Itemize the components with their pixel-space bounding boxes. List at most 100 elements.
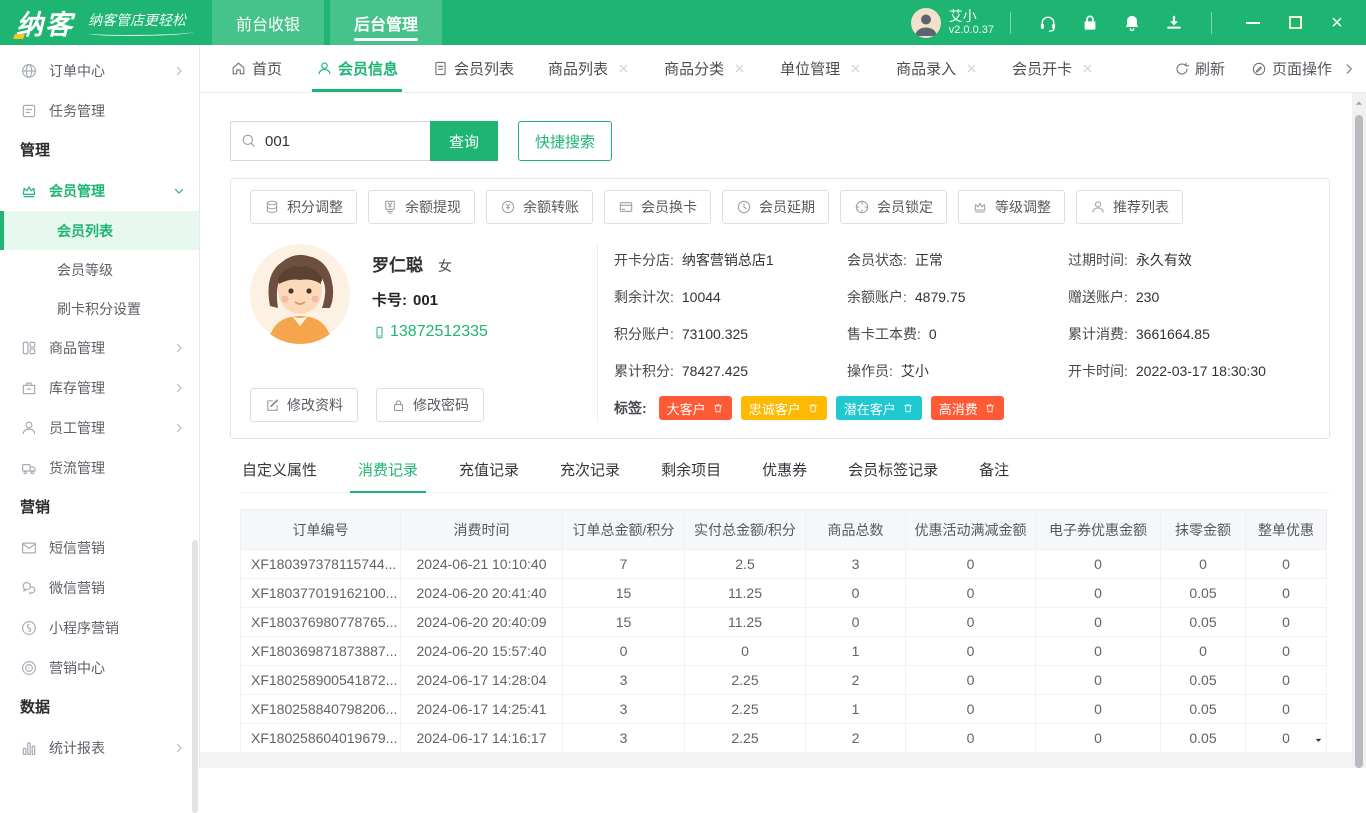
scrollbar-thumb[interactable] [1355, 115, 1363, 768]
card-label: 卡号: [372, 292, 407, 309]
sidebar-item-inventory[interactable]: 库存管理 [0, 368, 199, 408]
tab-unit-management[interactable]: 单位管理 [780, 45, 862, 92]
chevron-right-icon[interactable] [1342, 62, 1356, 76]
sidebar-item-staff[interactable]: 员工管理 [0, 408, 199, 448]
download-icon[interactable] [1164, 13, 1184, 33]
balance-withdraw-button[interactable]: 余额提现 [368, 190, 475, 224]
task-icon [20, 102, 38, 120]
close-icon[interactable] [849, 62, 862, 75]
trash-icon[interactable] [807, 402, 819, 414]
points-adjust-button[interactable]: 积分调整 [250, 190, 357, 224]
search-input[interactable] [230, 121, 430, 161]
sidebar-item-members[interactable]: 会员管理 [0, 171, 199, 211]
trash-icon[interactable] [902, 402, 914, 414]
table-cell: 2024-06-20 15:57:40 [401, 637, 563, 666]
maximize-button[interactable] [1278, 8, 1312, 38]
mode-tab-backoffice[interactable]: 后台管理 [330, 0, 442, 45]
table-row[interactable]: XF180377019162100...2024-06-20 20:41:401… [241, 579, 1327, 608]
sidebar-item-marketing-center[interactable]: 营销中心 [0, 648, 199, 688]
tags-row: 标签: 大客户 忠诚客户 潜在客户 高消费 [614, 396, 1311, 420]
tab-times-records[interactable]: 充次记录 [558, 455, 622, 492]
logo-accent [13, 34, 25, 39]
sidebar-item-sms[interactable]: 短信营销 [0, 528, 199, 568]
minimize-button[interactable] [1236, 8, 1270, 38]
table-row[interactable]: XF180376980778765...2024-06-20 20:40:091… [241, 608, 1327, 637]
sidebar-item-logistics[interactable]: 货流管理 [0, 448, 199, 488]
tab-goods-category[interactable]: 商品分类 [664, 45, 746, 92]
member-details: 开卡分店:纳客营销总店1 会员状态:正常 过期时间:永久有效 剩余计次:1004… [597, 244, 1311, 422]
tab-member-card-open[interactable]: 会员开卡 [1012, 45, 1094, 92]
close-button[interactable]: × [1320, 8, 1354, 38]
tab-member-info[interactable]: 会员信息 [316, 45, 398, 92]
query-button[interactable]: 查询 [430, 121, 498, 161]
tab-remarks[interactable]: 备注 [977, 455, 1011, 492]
sidebar-item-tasks[interactable]: 任务管理 [0, 91, 199, 131]
member-extend-button[interactable]: 会员延期 [722, 190, 829, 224]
inventory-icon [20, 379, 38, 397]
card-replace-button[interactable]: 会员换卡 [604, 190, 711, 224]
tab-remaining-items[interactable]: 剩余项目 [659, 455, 723, 492]
table-row[interactable]: XF180258900541872...2024-06-17 14:28:043… [241, 666, 1327, 695]
close-icon[interactable] [617, 62, 630, 75]
table-row[interactable]: XF180258604019679...2024-06-17 14:16:173… [241, 724, 1327, 753]
sidebar: 订单中心 任务管理 管理 会员管理 会员列表 会员等级 刷卡积分设置 商品管理 … [0, 45, 200, 768]
scroll-up-icon[interactable] [1353, 97, 1365, 109]
sidebar-item-orders[interactable]: 订单中心 [0, 51, 199, 91]
tab-member-list[interactable]: 会员列表 [432, 45, 514, 92]
balance-transfer-button[interactable]: 余额转账 [486, 190, 593, 224]
app-slogan: 纳客管店更轻松 [88, 10, 186, 36]
sidebar-item-reports[interactable]: 统计报表 [0, 728, 199, 768]
tab-consumption-records[interactable]: 消费记录 [356, 455, 420, 492]
user-avatar[interactable] [911, 8, 941, 38]
lock-icon [391, 398, 406, 413]
member-lock-button[interactable]: 会员锁定 [840, 190, 947, 224]
search-icon [240, 132, 257, 149]
tab-coupons[interactable]: 优惠券 [760, 455, 809, 492]
tab-goods-list[interactable]: 商品列表 [548, 45, 630, 92]
quick-search-button[interactable]: 快捷搜索 [518, 121, 612, 161]
tag-big-customer: 大客户 [659, 396, 732, 420]
table-cell: 0 [906, 695, 1036, 724]
close-icon[interactable] [965, 62, 978, 75]
table-row[interactable]: XF180369871873887...2024-06-20 15:57:400… [241, 637, 1327, 666]
table-row[interactable]: XF180397378115744...2024-06-21 10:10:407… [241, 550, 1327, 579]
content: 查询 快捷搜索 积分调整 余额提现 余额转账 会员换卡 会员延期 会员锁定 等级… [200, 93, 1352, 768]
sidebar-item-goods[interactable]: 商品管理 [0, 328, 199, 368]
sidebar-scrollbar[interactable] [192, 540, 198, 813]
tab-goods-entry[interactable]: 商品录入 [896, 45, 978, 92]
table-cell: 2024-06-17 14:16:17 [401, 724, 563, 753]
sidebar-item-wechat[interactable]: 微信营销 [0, 568, 199, 608]
mode-tab-cashier[interactable]: 前台收银 [212, 0, 324, 45]
tab-label: 会员列表 [454, 58, 514, 79]
user-info[interactable]: 艾小 v2.0.0.37 [949, 8, 994, 37]
customer-service-icon[interactable] [1038, 13, 1058, 33]
lock-icon[interactable] [1080, 13, 1100, 33]
vertical-scrollbar[interactable] [1352, 93, 1366, 768]
tab-member-tag-records[interactable]: 会员标签记录 [846, 455, 940, 492]
table-scroll-down-icon[interactable] [1313, 735, 1324, 746]
detail-remaining-times: 剩余计次:10044 [614, 287, 784, 307]
trash-icon[interactable] [712, 402, 724, 414]
close-icon[interactable] [1081, 62, 1094, 75]
tab-recharge-records[interactable]: 充值记录 [457, 455, 521, 492]
table-row[interactable]: XF180258840798206...2024-06-17 14:25:413… [241, 695, 1327, 724]
close-icon[interactable] [733, 62, 746, 75]
bell-icon[interactable] [1122, 13, 1142, 33]
refresh-button[interactable]: 刷新 [1174, 58, 1225, 79]
sidebar-subitem-member-level[interactable]: 会员等级 [0, 250, 199, 289]
tab-custom-attrs[interactable]: 自定义属性 [240, 455, 319, 492]
referral-list-button[interactable]: 推荐列表 [1076, 190, 1183, 224]
edit-password-button[interactable]: 修改密码 [376, 388, 484, 422]
page-ops-label: 页面操作 [1272, 58, 1332, 79]
trash-icon[interactable] [984, 402, 996, 414]
page-ops-button[interactable]: 页面操作 [1251, 58, 1332, 79]
edit-profile-button[interactable]: 修改资料 [250, 388, 358, 422]
tab-home[interactable]: 首页 [230, 45, 282, 92]
sidebar-subitem-member-list[interactable]: 会员列表 [0, 211, 199, 250]
member-phone[interactable]: 13872512335 [372, 323, 488, 341]
edit-icon [265, 398, 280, 413]
sidebar-subitem-card-points[interactable]: 刷卡积分设置 [0, 289, 199, 328]
level-adjust-button[interactable]: 等级调整 [958, 190, 1065, 224]
sidebar-item-miniprogram[interactable]: 小程序营销 [0, 608, 199, 648]
tab-label: 首页 [252, 58, 282, 79]
